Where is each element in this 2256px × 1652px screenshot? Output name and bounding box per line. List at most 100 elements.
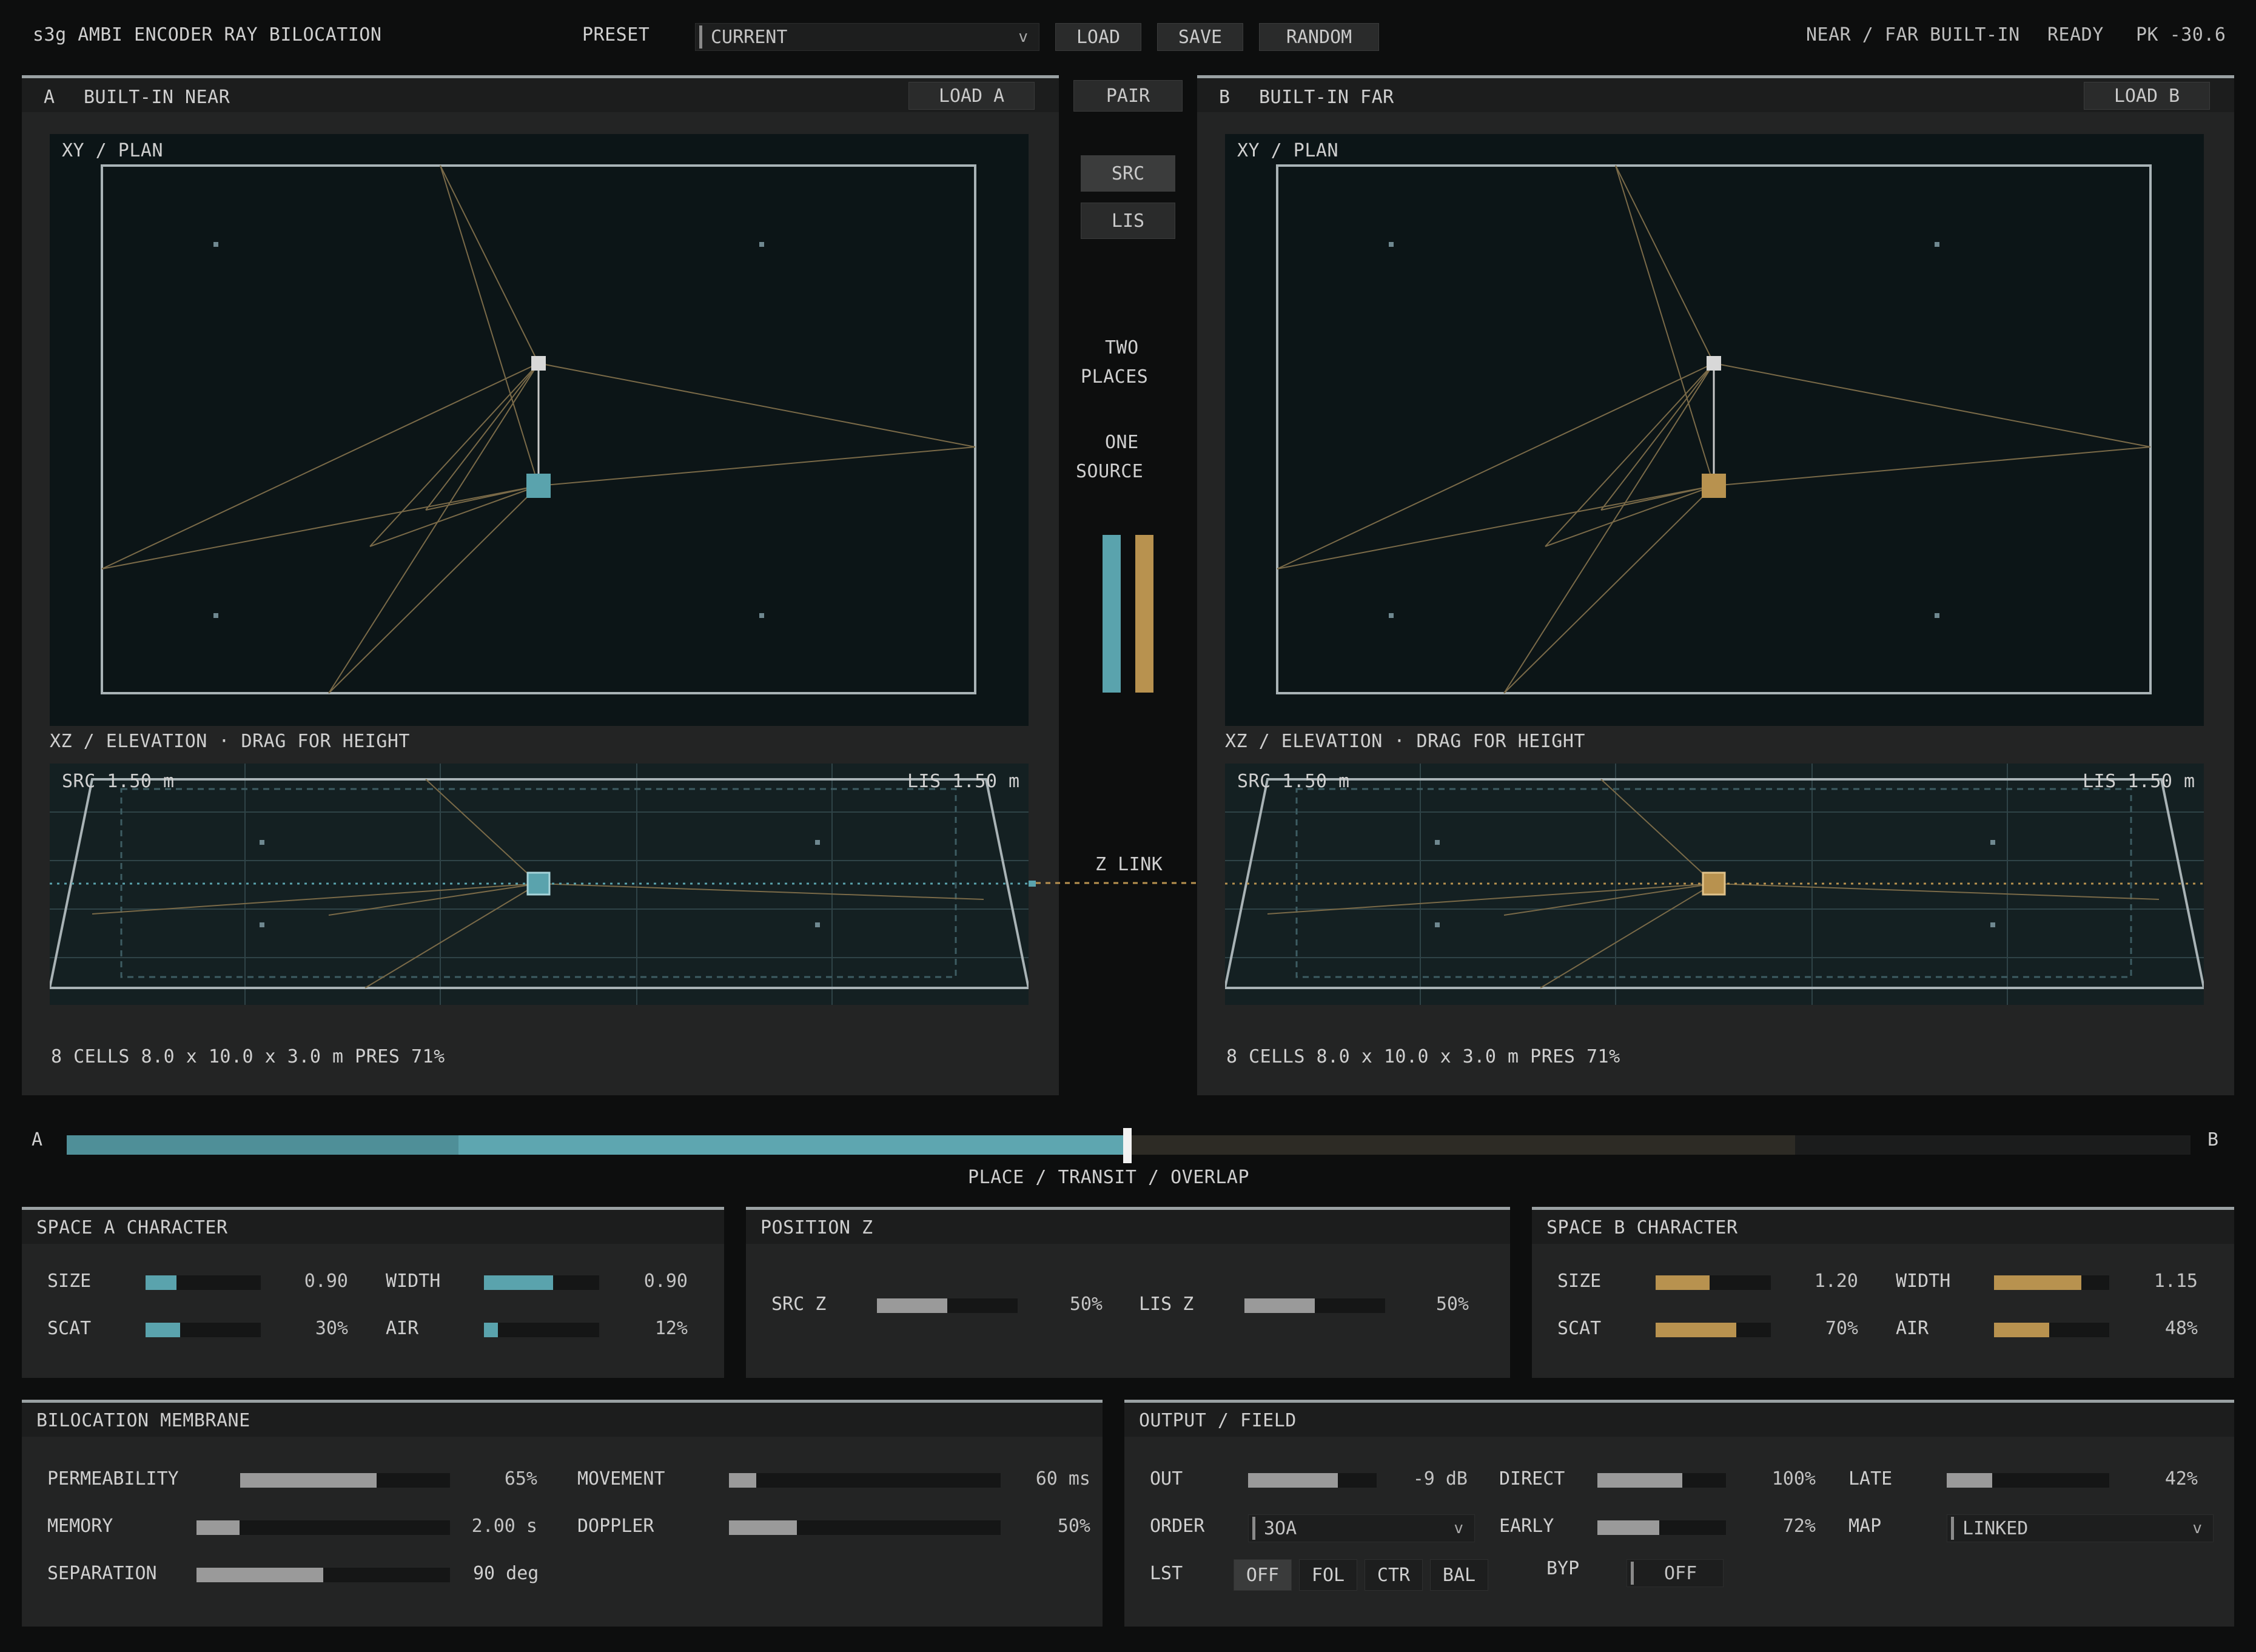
air-label: AIR [1896, 1318, 1929, 1339]
crossfade-handle[interactable] [1123, 1128, 1132, 1163]
crossfade-a-label: A [32, 1129, 43, 1150]
caption-places: PLACES [1081, 366, 1149, 388]
slider-fill [1244, 1298, 1315, 1313]
listener-handle[interactable] [1707, 356, 1721, 371]
crossfade-slider[interactable] [67, 1128, 2191, 1163]
mode-label: NEAR / FAR BUILT-IN [1806, 24, 2020, 45]
listener-handle[interactable] [531, 356, 546, 371]
width-slider[interactable] [1994, 1275, 2109, 1290]
pair-button[interactable]: PAIR [1073, 80, 1183, 112]
random-button[interactable]: RANDOM [1259, 23, 1379, 51]
toggle-indicator [1631, 1562, 1634, 1585]
byp-value: OFF [1664, 1562, 1697, 1584]
air-value: 12% [654, 1318, 688, 1339]
early-slider[interactable] [1597, 1520, 1726, 1535]
lst-bal-toggle[interactable]: BAL [1430, 1559, 1488, 1591]
direct-slider[interactable] [1597, 1473, 1726, 1488]
src-z-label: SRC Z [771, 1294, 827, 1315]
doppler-slider[interactable] [729, 1520, 1001, 1535]
z-link-label: Z LINK [1095, 854, 1163, 875]
separation-value: 90 deg [473, 1563, 539, 1584]
source-handle[interactable] [1702, 474, 1726, 498]
panel-title: BILOCATION MEMBRANE [36, 1410, 250, 1431]
space-b-plan-svg [1276, 164, 2152, 694]
air-slider[interactable] [1994, 1323, 2109, 1337]
slider-fill [877, 1298, 947, 1313]
direct-label: DIRECT [1499, 1468, 1565, 1489]
byp-toggle[interactable]: OFF [1627, 1559, 1724, 1587]
slider-fill [146, 1275, 177, 1290]
space-a-letter: A [44, 87, 55, 108]
slider-fill [240, 1473, 377, 1488]
lst-ctr-toggle[interactable]: CTR [1365, 1559, 1423, 1591]
load-button[interactable]: LOAD [1055, 23, 1141, 51]
space-a-elevation-view[interactable] [50, 764, 1029, 1005]
panel-title: SPACE A CHARACTER [36, 1217, 228, 1238]
lst-fol-toggle[interactable]: FOL [1299, 1559, 1357, 1591]
peak-meter-readout: PK -30.6 [2136, 24, 2226, 45]
size-slider[interactable] [146, 1275, 261, 1290]
lst-label: LST [1150, 1563, 1183, 1584]
space-a-character-panel: SPACE A CHARACTER SIZE 0.90 WIDTH 0.90 S… [22, 1207, 724, 1378]
src-button[interactable]: SRC [1081, 155, 1175, 192]
slider-fill [146, 1323, 180, 1337]
load-b-button[interactable]: LOAD B [2084, 82, 2210, 110]
lis-button[interactable]: LIS [1081, 203, 1175, 239]
preset-value: CURRENT [711, 26, 788, 48]
slider-fill [1656, 1275, 1710, 1290]
scat-label: SCAT [1557, 1318, 1602, 1339]
out-slider[interactable] [1248, 1473, 1377, 1488]
permeability-slider[interactable] [240, 1473, 450, 1488]
late-slider[interactable] [1947, 1473, 2109, 1488]
slider-fill [484, 1275, 553, 1290]
space-b-elevation-svg [1225, 764, 2204, 1005]
source-height-handle[interactable] [1702, 871, 1726, 896]
map-value: LINKED [1962, 1517, 2029, 1539]
preset-dropdown[interactable]: CURRENT v [695, 23, 1039, 51]
lis-z-slider[interactable] [1244, 1298, 1385, 1313]
scat-label: SCAT [47, 1318, 92, 1339]
crossfade-fill-b [1128, 1135, 1795, 1155]
scat-value: 70% [1825, 1318, 1858, 1339]
width-value: 1.15 [2154, 1271, 2198, 1292]
space-a-plan-label: XY / PLAN [62, 140, 164, 161]
width-label: WIDTH [386, 1271, 441, 1292]
permeability-label: PERMEABILITY [47, 1468, 179, 1489]
save-button[interactable]: SAVE [1157, 23, 1243, 51]
width-slider[interactable] [484, 1275, 599, 1290]
permeability-value: 65% [504, 1468, 537, 1489]
map-label: MAP [1848, 1516, 1882, 1537]
lst-off-toggle[interactable]: OFF [1234, 1559, 1292, 1591]
space-a-lis-height: LIS 1.50 m [907, 771, 1020, 792]
space-b-elev-label: XZ / ELEVATION · DRAG FOR HEIGHT [1225, 731, 1585, 752]
out-label: OUT [1150, 1468, 1183, 1489]
panel-title: SPACE B CHARACTER [1546, 1217, 1738, 1238]
membrane-panel: BILOCATION MEMBRANE PERMEABILITY 65% MOV… [22, 1400, 1103, 1627]
slider-fill [196, 1520, 240, 1535]
byp-label: BYP [1546, 1558, 1580, 1579]
separation-slider[interactable] [196, 1568, 450, 1582]
memory-label: MEMORY [47, 1516, 113, 1537]
space-a-panel: A BUILT-IN NEAR LOAD A XY / PLAN XZ / EL… [22, 75, 1059, 1095]
space-b-src-height: SRC 1.50 m [1237, 771, 1350, 792]
space-b-plan-view[interactable] [1225, 134, 2204, 726]
early-value: 72% [1782, 1516, 1816, 1537]
order-dropdown[interactable]: 3OA v [1248, 1514, 1475, 1542]
map-dropdown[interactable]: LINKED v [1947, 1514, 2214, 1542]
memory-slider[interactable] [196, 1520, 450, 1535]
space-b-elevation-view[interactable] [1225, 764, 2204, 1005]
size-slider[interactable] [1656, 1275, 1771, 1290]
scat-value: 30% [315, 1318, 348, 1339]
movement-slider[interactable] [729, 1473, 1001, 1488]
source-height-handle[interactable] [526, 871, 551, 896]
movement-label: MOVEMENT [577, 1468, 665, 1489]
source-handle[interactable] [526, 474, 551, 498]
space-b-name: BUILT-IN FAR [1259, 87, 1394, 108]
load-a-button[interactable]: LOAD A [908, 82, 1035, 110]
space-a-plan-view[interactable] [50, 134, 1029, 726]
scat-slider[interactable] [1656, 1323, 1771, 1337]
scat-slider[interactable] [146, 1323, 261, 1337]
src-z-slider[interactable] [877, 1298, 1018, 1313]
slider-fill [196, 1568, 323, 1582]
air-slider[interactable] [484, 1323, 599, 1337]
